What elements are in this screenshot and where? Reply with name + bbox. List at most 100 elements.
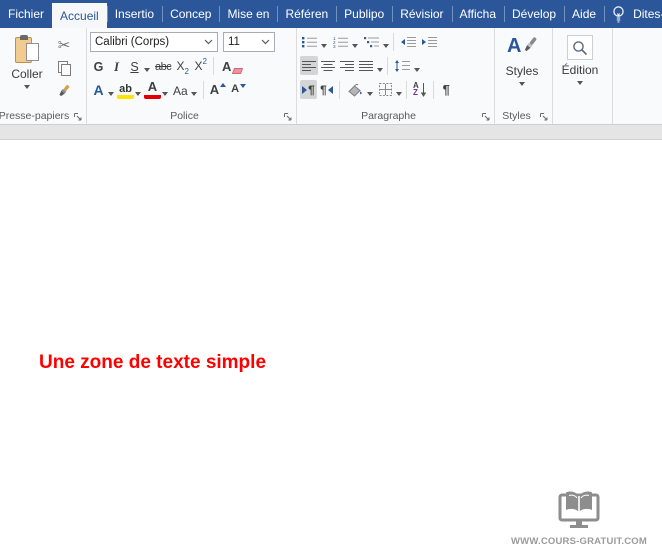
editing-dropdown-arrow[interactable] xyxy=(577,81,583,85)
svg-text:3: 3 xyxy=(333,44,336,48)
cut-button[interactable]: ✂ xyxy=(53,35,75,55)
font-dialog-launcher[interactable] xyxy=(283,111,293,121)
line-spacing-dropdown-arrow[interactable] xyxy=(414,68,420,72)
document-top-strip xyxy=(0,125,662,140)
increase-indent-icon xyxy=(421,36,437,48)
bullet-list-icon xyxy=(302,36,317,48)
decrease-indent-button[interactable] xyxy=(398,32,418,51)
tell-me-box[interactable]: Dites-le-r xyxy=(604,0,662,28)
justify-icon xyxy=(359,60,373,72)
highlight-dropdown-arrow[interactable] xyxy=(135,92,141,96)
line-spacing-button[interactable] xyxy=(392,56,412,75)
borders-dropdown-arrow[interactable] xyxy=(396,92,402,96)
tab-accueil[interactable]: Accueil xyxy=(52,3,107,28)
grow-font-button[interactable]: A xyxy=(208,80,228,99)
text-effects-button[interactable]: A xyxy=(90,80,107,99)
show-formatting-marks-button[interactable]: ¶ xyxy=(438,80,455,99)
sort-arrow-icon xyxy=(420,83,427,97)
watermark: WWW.COURS-GRATUIT.COM xyxy=(504,486,654,547)
font-group-label: Police xyxy=(87,110,282,122)
tab-references[interactable]: Référen xyxy=(277,0,336,28)
underline-dropdown-arrow[interactable] xyxy=(144,68,150,72)
ribbon-empty-space xyxy=(613,28,662,124)
text-effects-dropdown-arrow[interactable] xyxy=(108,92,114,96)
lightbulb-icon xyxy=(612,5,625,23)
styles-icon: A xyxy=(505,35,539,61)
format-painter-button[interactable] xyxy=(53,81,75,101)
group-police: Calibri (Corps) 11 G I S abc X2 X2 A xyxy=(87,28,297,124)
strikethrough-button[interactable]: abc xyxy=(153,56,173,75)
italic-button[interactable]: I xyxy=(108,56,125,75)
styles-button[interactable]: A Styles xyxy=(498,31,546,107)
tab-affichage[interactable]: Afficha xyxy=(452,0,504,28)
align-right-button[interactable] xyxy=(338,56,356,75)
clipboard-dialog-launcher[interactable] xyxy=(73,111,83,121)
superscript-button[interactable]: X2 xyxy=(192,56,209,75)
ribbon: Coller ✂ xyxy=(0,28,662,125)
rtl-direction-button[interactable]: ¶ xyxy=(318,80,335,99)
numbering-button[interactable]: 123 xyxy=(331,32,350,51)
copy-button[interactable] xyxy=(53,58,75,78)
borders-button[interactable] xyxy=(377,80,394,99)
align-left-icon xyxy=(302,60,316,72)
font-name-combo[interactable]: Calibri (Corps) xyxy=(90,32,218,52)
tell-me-label: Dites-le-r xyxy=(633,7,662,21)
editing-button[interactable]: Édition xyxy=(556,31,604,107)
paste-button[interactable]: Coller xyxy=(3,31,51,107)
tab-insertion[interactable]: Insertio xyxy=(107,0,162,28)
bullets-dropdown-arrow[interactable] xyxy=(321,44,327,48)
font-size-combo[interactable]: 11 xyxy=(223,32,275,52)
eraser-icon xyxy=(232,68,243,74)
tab-fichier[interactable]: Fichier xyxy=(0,0,52,28)
tab-revision[interactable]: Révisior xyxy=(392,0,451,28)
center-button[interactable] xyxy=(319,56,337,75)
multilevel-list-icon xyxy=(364,36,379,48)
justify-button[interactable] xyxy=(357,56,375,75)
sort-button[interactable]: AZ xyxy=(411,80,429,99)
chevron-down-icon xyxy=(204,39,213,45)
styles-dropdown-arrow[interactable] xyxy=(519,82,525,86)
change-case-button[interactable]: Aa xyxy=(171,80,190,99)
tab-conception[interactable]: Concep xyxy=(162,0,219,28)
shrink-font-button[interactable]: A xyxy=(229,80,248,99)
shading-button[interactable] xyxy=(344,80,365,99)
tab-aide[interactable]: Aide xyxy=(564,0,604,28)
align-left-button[interactable] xyxy=(300,56,318,75)
paint-bucket-icon xyxy=(346,83,363,97)
bold-button[interactable]: G xyxy=(90,56,107,75)
document-text: Une zone de texte simple xyxy=(39,352,266,374)
subscript-button[interactable]: X2 xyxy=(174,56,191,75)
clipboard-group-label: Presse-papiers xyxy=(0,110,72,122)
ltr-arrow-icon xyxy=(302,86,307,94)
paste-dropdown-arrow[interactable] xyxy=(24,85,30,89)
change-case-dropdown-arrow[interactable] xyxy=(191,92,197,96)
increase-indent-button[interactable] xyxy=(419,32,439,51)
tab-publipostage[interactable]: Publipo xyxy=(336,0,392,28)
tab-developpeur[interactable]: Dévelop xyxy=(504,0,564,28)
paragraph-dialog-launcher[interactable] xyxy=(481,111,491,121)
multilevel-dropdown-arrow[interactable] xyxy=(383,44,389,48)
ribbon-tab-bar: Fichier Accueil Insertio Concep Mise en … xyxy=(0,0,662,28)
underline-button[interactable]: S xyxy=(126,56,143,75)
clipboard-icon xyxy=(15,35,39,64)
document-canvas[interactable]: Une zone de texte simple WWW.COURS-GRATU… xyxy=(0,140,662,552)
copy-icon xyxy=(58,61,71,76)
styles-dialog-launcher[interactable] xyxy=(539,111,549,121)
justify-dropdown-arrow[interactable] xyxy=(377,68,383,72)
font-color-button[interactable]: A xyxy=(144,80,161,99)
ltr-direction-button[interactable]: ¶ xyxy=(300,80,317,99)
numbering-dropdown-arrow[interactable] xyxy=(352,44,358,48)
bullets-button[interactable] xyxy=(300,32,319,51)
group-edition: Édition xyxy=(553,28,613,124)
multilevel-list-button[interactable] xyxy=(362,32,381,51)
shading-dropdown-arrow[interactable] xyxy=(367,92,373,96)
highlight-button[interactable]: ab xyxy=(117,80,134,99)
tab-mise-en-page[interactable]: Mise en xyxy=(219,0,277,28)
brush-icon xyxy=(521,35,539,55)
magnifier-icon xyxy=(572,40,588,56)
font-color-dropdown-arrow[interactable] xyxy=(162,92,168,96)
paragraph-group-label: Paragraphe xyxy=(297,110,480,122)
styles-group-label: Styles xyxy=(495,110,538,122)
clear-formatting-button[interactable]: A xyxy=(218,56,235,75)
watermark-url: WWW.COURS-GRATUIT.COM xyxy=(504,536,654,547)
